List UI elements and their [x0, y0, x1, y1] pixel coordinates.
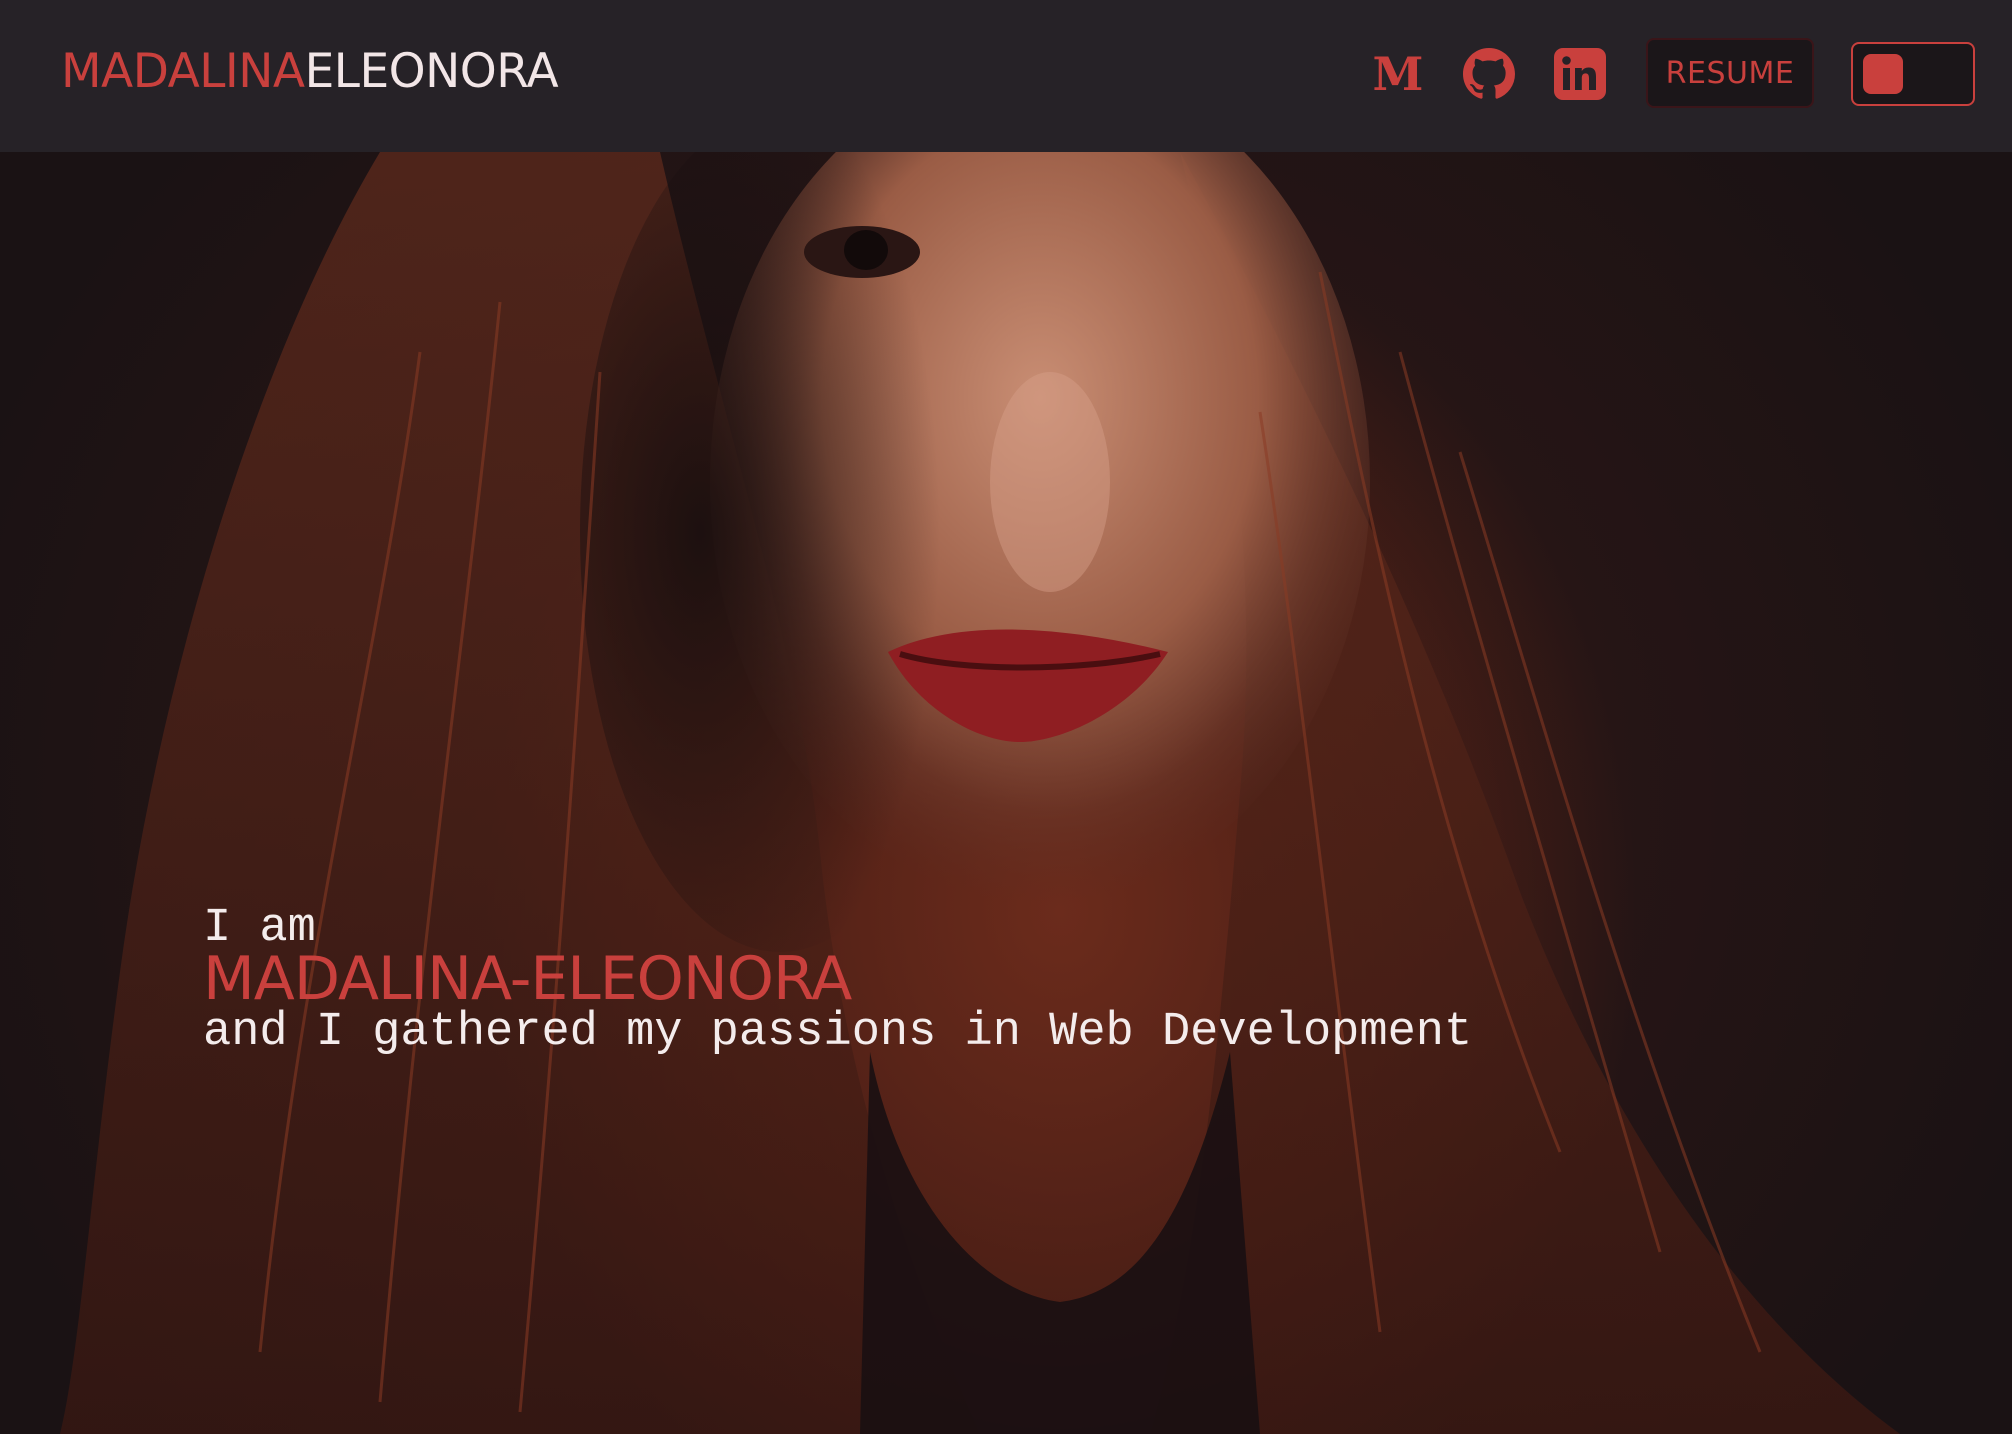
svg-text:M: M [1374, 52, 1422, 96]
hero-intro: I am MADALINA-ELEONORA and I gathered my… [203, 905, 1472, 1059]
medium-icon[interactable]: M [1369, 46, 1427, 102]
theme-toggle[interactable] [1851, 42, 1975, 106]
hero-name: MADALINA-ELEONORA [203, 944, 852, 1014]
resume-button[interactable]: RESUME [1646, 38, 1814, 108]
theme-toggle-knob[interactable] [1863, 54, 1903, 94]
site-header: MADALINAELEONORA M RESUME [0, 0, 2012, 152]
hero-portrait-image [60, 152, 1900, 1434]
github-icon[interactable] [1460, 46, 1518, 102]
hero-tagline: and I gathered my passions in Web Develo… [203, 1006, 1473, 1059]
hero-section: I am MADALINA-ELEONORA and I gathered my… [0, 152, 2012, 1434]
site-logo[interactable]: MADALINAELEONORA [61, 44, 559, 100]
logo-first-name: MADALINA [61, 44, 305, 99]
logo-last-name: ELEONORA [304, 44, 559, 99]
linkedin-icon[interactable] [1551, 46, 1609, 102]
